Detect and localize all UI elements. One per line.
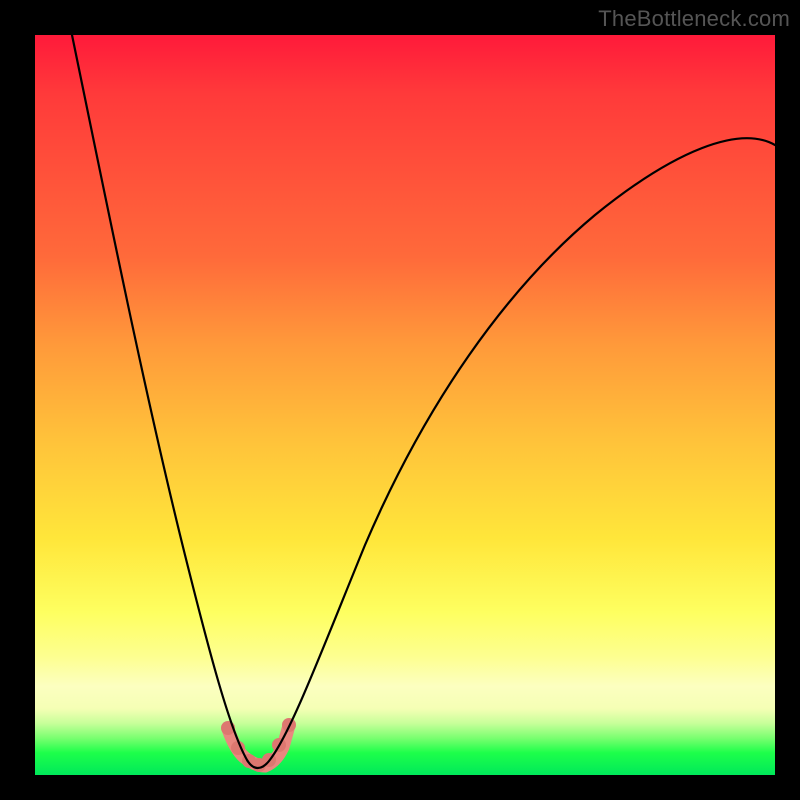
chart-frame: TheBottleneck.com [0, 0, 800, 800]
bottleneck-curve [72, 35, 775, 768]
watermark-text: TheBottleneck.com [598, 6, 790, 32]
curve-svg [35, 35, 775, 775]
plot-area [35, 35, 775, 775]
